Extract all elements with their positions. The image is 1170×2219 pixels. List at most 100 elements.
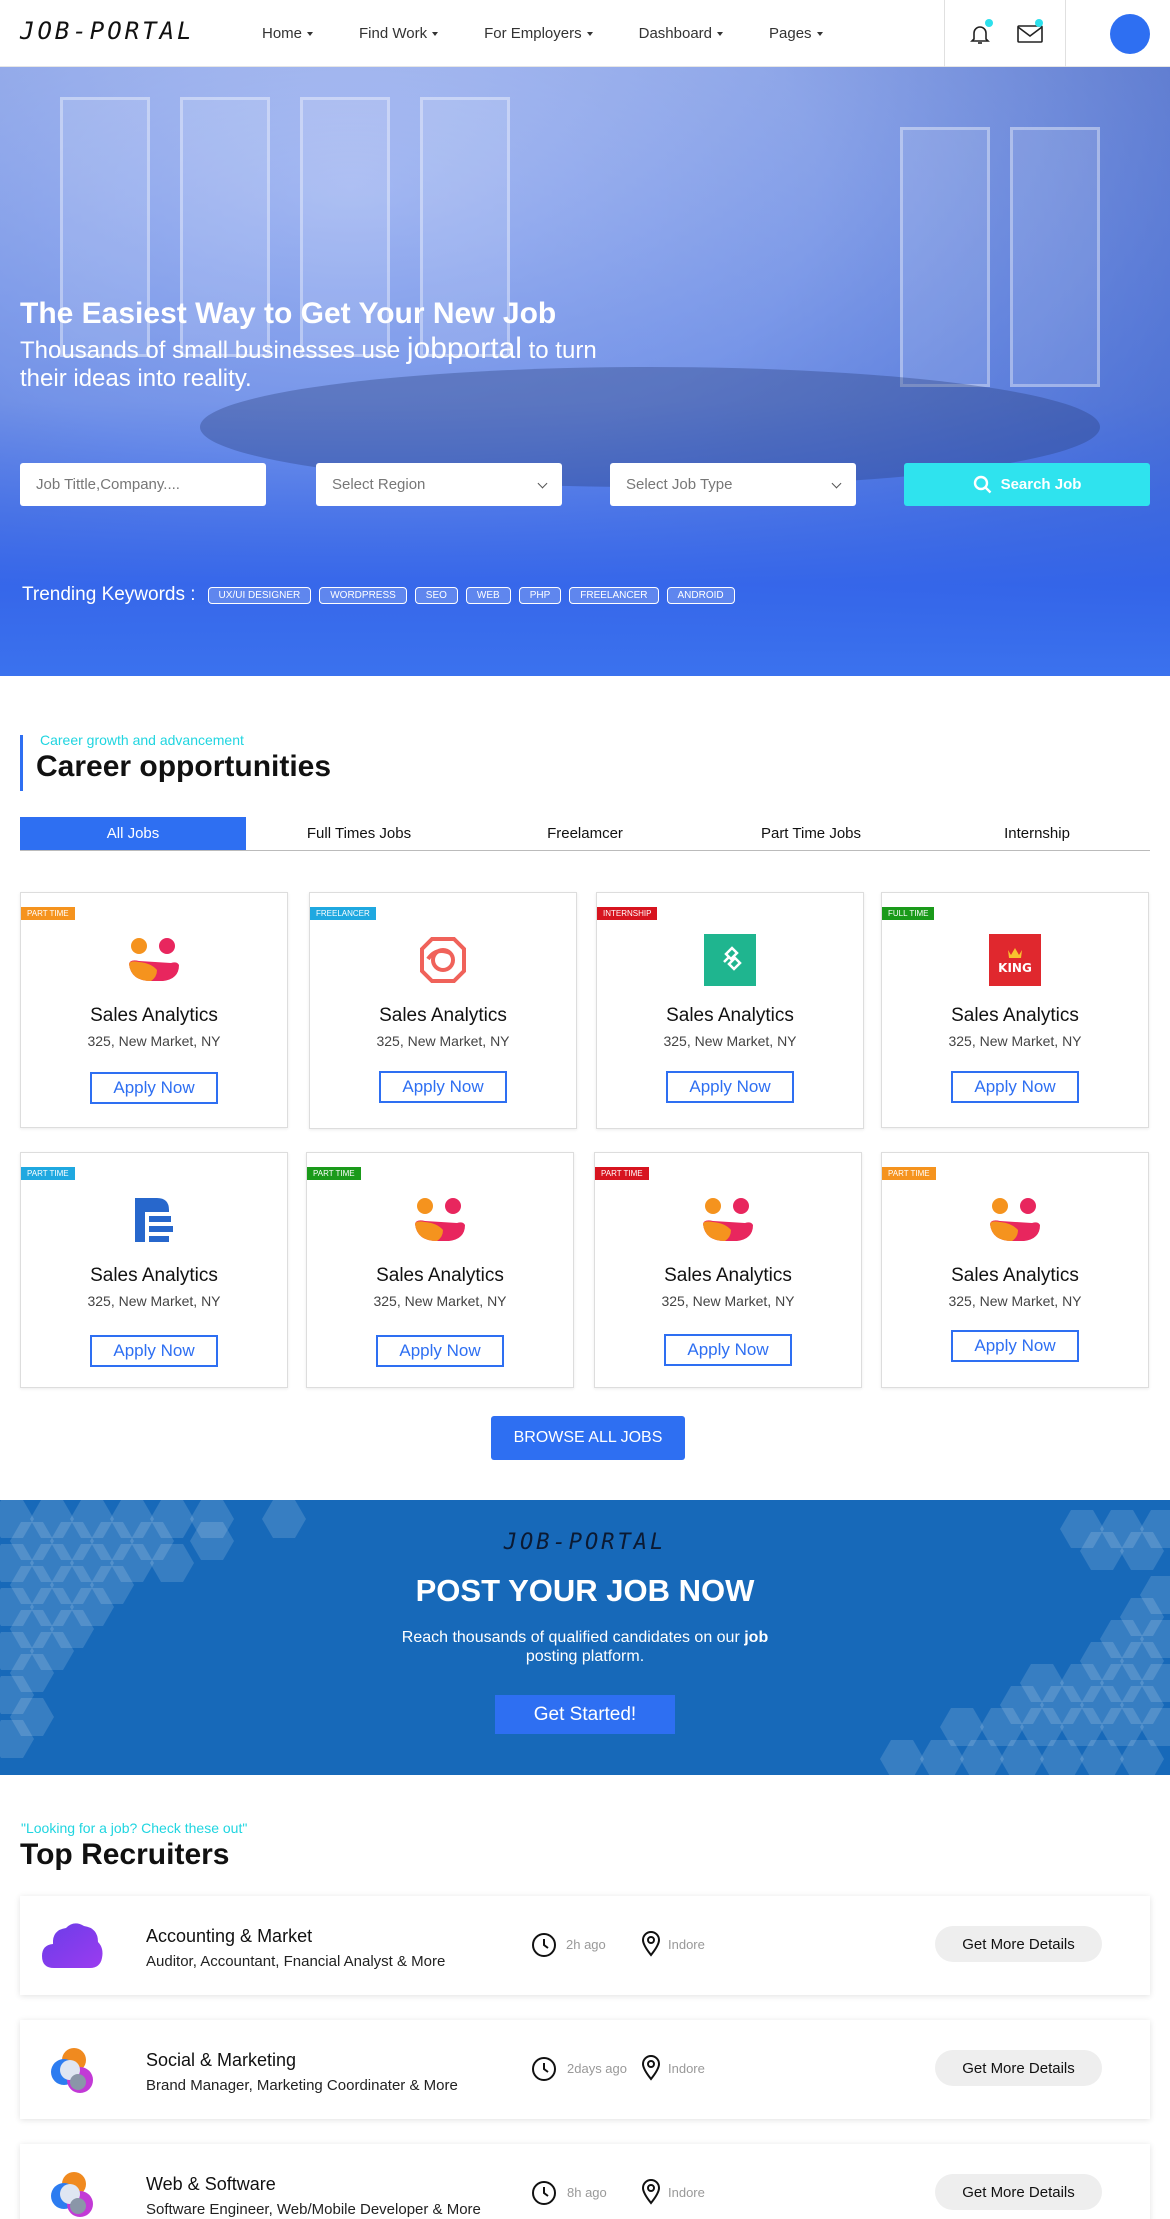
posted-time: 2days ago xyxy=(567,2061,627,2076)
trending-tag[interactable]: PHP xyxy=(518,586,562,604)
job-card[interactable]: FULL TIME KING Sales Analytics 325, New … xyxy=(881,892,1149,1128)
job-location: 325, New Market, NY xyxy=(373,1293,507,1309)
browse-all-jobs-button[interactable]: BROWSE ALL JOBS xyxy=(491,1416,685,1460)
job-type-badge: FREELANCER xyxy=(310,907,376,920)
job-card[interactable]: PART TIME Sales Analytics 325, New Marke… xyxy=(306,1152,574,1388)
recruiter-roles: Brand Manager, Marketing Coordinater & M… xyxy=(146,2077,458,2094)
job-card[interactable]: FREELANCER Sales Analytics 325, New Mark… xyxy=(309,892,577,1129)
tab-full-time-jobs[interactable]: Full Times Jobs xyxy=(246,817,472,850)
apply-now-button[interactable]: Apply Now xyxy=(666,1071,794,1103)
job-type-badge: PART TIME xyxy=(595,1167,649,1180)
apply-now-button[interactable]: Apply Now xyxy=(951,1330,1079,1362)
hexagon-decor xyxy=(880,1740,924,1775)
nav-icon-group xyxy=(944,0,1066,67)
trending-tag[interactable]: WEB xyxy=(465,586,511,604)
recruiter-card[interactable]: Web & Software Software Engineer, Web/Mo… xyxy=(20,2144,1150,2219)
notifications-button[interactable] xyxy=(963,17,997,51)
nav-item-pages[interactable]: Pages xyxy=(769,25,823,42)
user-avatar[interactable] xyxy=(1110,14,1150,54)
recruiters-eyebrow: "Looking for a job? Check these out" xyxy=(21,1820,248,1836)
trending-label: Trending Keywords : xyxy=(22,584,196,605)
job-title: Sales Analytics xyxy=(90,1265,218,1286)
document-logo-icon xyxy=(127,1193,181,1247)
get-started-button[interactable]: Get Started! xyxy=(495,1695,675,1734)
region-placeholder: Select Region xyxy=(332,476,426,493)
nav-label: Home xyxy=(262,25,303,42)
nav-item-home[interactable]: Home xyxy=(262,25,314,42)
smile-logo-icon xyxy=(701,1193,755,1247)
job-title: Sales Analytics xyxy=(951,1005,1079,1026)
message-dot xyxy=(1035,19,1043,27)
job-type-badge: FULL TIME xyxy=(882,907,935,920)
site-logo[interactable]: JOB-PORTAL xyxy=(20,17,195,45)
apply-now-button[interactable]: Apply Now xyxy=(90,1335,218,1367)
main-nav: Home Find Work For Employers Dashboard P… xyxy=(262,0,869,67)
caret-down-icon xyxy=(307,31,314,36)
job-card[interactable]: PART TIME Sales Analytics 325, New Marke… xyxy=(881,1152,1149,1388)
recruiter-name: Social & Marketing xyxy=(146,2050,297,2070)
posted-time: 2h ago xyxy=(566,1937,606,1952)
trending-tag[interactable]: FREELANCER xyxy=(569,586,659,604)
hero-photo-decor xyxy=(900,127,990,387)
posted-time: 8h ago xyxy=(567,2185,607,2200)
king-logo-icon: KING xyxy=(988,933,1042,987)
get-more-details-button[interactable]: Get More Details xyxy=(935,2174,1102,2210)
apply-now-button[interactable]: Apply Now xyxy=(376,1335,504,1367)
recruiters-title: Top Recruiters xyxy=(20,1838,230,1871)
job-location: 325, New Market, NY xyxy=(663,1033,797,1049)
get-more-details-button[interactable]: Get More Details xyxy=(935,1926,1102,1962)
tab-part-time-jobs[interactable]: Part Time Jobs xyxy=(698,817,924,850)
caret-down-icon xyxy=(816,31,823,36)
trending-tag[interactable]: UX/UI DESIGNER xyxy=(207,586,312,604)
recruiter-card[interactable]: Social & Marketing Brand Manager, Market… xyxy=(20,2020,1150,2119)
recruiter-roles: Software Engineer, Web/Mobile Developer … xyxy=(146,2201,481,2218)
job-title: Sales Analytics xyxy=(666,1005,794,1026)
job-title: Sales Analytics xyxy=(951,1265,1079,1286)
get-more-details-button[interactable]: Get More Details xyxy=(935,2050,1102,2086)
chevron-down-icon xyxy=(831,478,842,489)
job-card[interactable]: PART TIME Sales Analytics 325, New Marke… xyxy=(20,892,288,1128)
job-card[interactable]: PART TIME Sales Analytics 325, New Marke… xyxy=(20,1152,288,1388)
swirl-logo-icon xyxy=(40,2166,104,2219)
messages-button[interactable] xyxy=(1013,17,1047,51)
caret-down-icon xyxy=(717,31,724,36)
job-title: Sales Analytics xyxy=(90,1005,218,1026)
apply-now-button[interactable]: Apply Now xyxy=(379,1071,507,1103)
job-card[interactable]: PART TIME Sales Analytics 325, New Marke… xyxy=(594,1152,862,1388)
trending-tag[interactable]: ANDROID xyxy=(666,586,735,604)
nav-label: Dashboard xyxy=(638,25,713,42)
tab-freelancer[interactable]: Freelamcer xyxy=(472,817,698,850)
notification-dot xyxy=(985,19,993,27)
nav-item-find-work[interactable]: Find Work xyxy=(359,25,439,42)
post-job-banner: JOB-PORTAL POST YOUR JOB NOW Reach thous… xyxy=(0,1500,1170,1775)
apply-now-button[interactable]: Apply Now xyxy=(90,1072,218,1104)
trending-tag[interactable]: SEO xyxy=(414,586,458,604)
tab-internship[interactable]: Internship xyxy=(924,817,1150,850)
search-job-button[interactable]: Search Job xyxy=(904,463,1150,506)
trending-tag[interactable]: WORDPRESS xyxy=(319,586,407,604)
career-title: Career opportunities xyxy=(36,750,332,783)
clock-icon xyxy=(532,1933,556,1957)
career-eyebrow: Career growth and advancement xyxy=(40,732,244,748)
tab-all-jobs[interactable]: All Jobs xyxy=(20,817,246,850)
hero-brand-word: jobportal xyxy=(406,332,522,365)
job-type-badge: PART TIME xyxy=(21,907,75,920)
region-select[interactable]: Select Region xyxy=(316,463,562,506)
nav-item-for-employers[interactable]: For Employers xyxy=(484,25,593,42)
job-type-select[interactable]: Select Job Type xyxy=(610,463,856,506)
caret-down-icon xyxy=(586,31,593,36)
keyword-search-input[interactable]: Job Tittle,Company.... xyxy=(20,463,266,506)
post-sub-text: Reach thousands of qualified candidates … xyxy=(401,1629,745,1646)
smile-logo-icon xyxy=(127,933,181,987)
nav-item-dashboard[interactable]: Dashboard xyxy=(638,25,724,42)
chevron-down-icon xyxy=(537,478,548,489)
job-card[interactable]: INTERNSHIP Sales Analytics 325, New Mark… xyxy=(596,892,864,1129)
cloud-logo-icon xyxy=(40,1918,104,1974)
teal-square-logo-icon xyxy=(703,933,757,987)
job-location: 325, New Market, NY xyxy=(948,1033,1082,1049)
apply-now-button[interactable]: Apply Now xyxy=(664,1334,792,1366)
recruiter-card[interactable]: Accounting & Market Auditor, Accountant,… xyxy=(20,1896,1150,1995)
post-sub-text: posting platform. xyxy=(525,1648,645,1665)
apply-now-button[interactable]: Apply Now xyxy=(951,1071,1079,1103)
section-accent-bar xyxy=(20,735,23,791)
